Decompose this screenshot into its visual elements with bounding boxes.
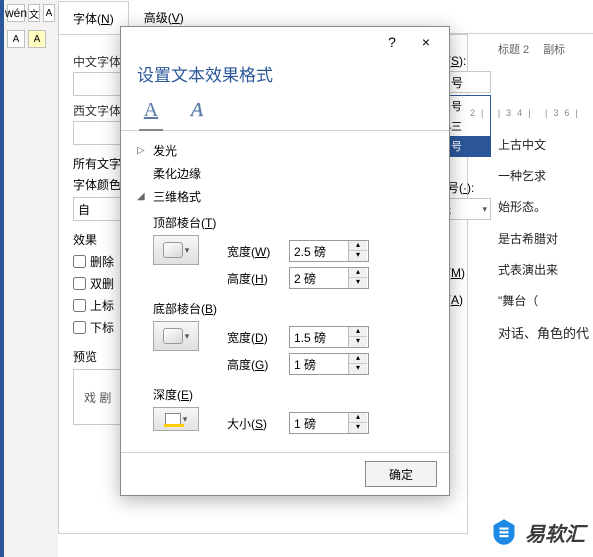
spin-down-icon[interactable]: ▾ xyxy=(349,278,367,288)
ribbon-btn-hl[interactable]: A xyxy=(28,30,46,48)
brand-icon xyxy=(489,517,519,547)
ribbon-btn-wen[interactable]: wén xyxy=(7,4,25,22)
doc-line: 始形态。 xyxy=(498,192,590,223)
ribbon-btn-a[interactable]: A xyxy=(43,4,55,22)
style-name-1: 标题 2 xyxy=(498,41,529,57)
top-bevel-label: 顶部棱台(T) xyxy=(153,214,433,231)
group-bottom-bevel: 底部棱台(B) ▾ 宽度(D) ▴▾ 高度(G) ▴▾ xyxy=(153,300,433,380)
dialog-title: 设置文本效果格式 xyxy=(121,57,449,96)
text-fill-outline-tab[interactable]: A xyxy=(137,96,165,124)
tree-soft-edges[interactable]: 柔化边缘 xyxy=(137,162,433,185)
ribbon-btn-char[interactable]: 文 xyxy=(28,4,40,22)
doc-line: 对话、角色的代 xyxy=(498,317,590,351)
spin-down-icon[interactable]: ▾ xyxy=(349,337,367,347)
style-name-2: 副标 xyxy=(543,41,565,57)
top-bevel-picker[interactable]: ▾ xyxy=(153,235,199,265)
spin-down-icon[interactable]: ▾ xyxy=(349,423,367,433)
top-width-spinner[interactable]: ▴▾ xyxy=(289,240,369,262)
spin-down-icon[interactable]: ▾ xyxy=(349,251,367,261)
bottom-bevel-picker[interactable]: ▾ xyxy=(153,321,199,351)
tree-glow[interactable]: ▷发光 xyxy=(137,139,433,162)
group-depth: 深度(E) ▾ 大小(S) ▴▾ xyxy=(153,386,433,439)
tab-font[interactable]: 字体(N) xyxy=(58,1,129,34)
depth-label: 深度(E) xyxy=(153,386,433,403)
ribbon-btn-a2[interactable]: A xyxy=(7,30,25,48)
top-height-label: 高度(H) xyxy=(227,270,283,287)
group-top-bevel: 顶部棱台(T) ▾ 宽度(W) ▴▾ 高度(H) ▴▾ xyxy=(153,214,433,294)
dialog-footer: 确定 xyxy=(121,452,449,495)
ribbon-left-edge: wén 文 A A A xyxy=(0,0,58,557)
depth-size-label: 大小(S) xyxy=(227,415,283,432)
bottom-height-label: 高度(G) xyxy=(227,356,283,373)
top-height-spinner[interactable]: ▴▾ xyxy=(289,267,369,289)
depth-color-picker[interactable]: ▾ xyxy=(153,407,199,431)
bottom-height-spinner[interactable]: ▴▾ xyxy=(289,353,369,375)
dialog-category-tabs: A A xyxy=(121,96,449,131)
bottom-height-input[interactable] xyxy=(290,354,348,374)
dialog-titlebar: ? × xyxy=(121,27,449,57)
close-button[interactable]: × xyxy=(409,30,443,54)
doc-line: "舞台（ xyxy=(498,286,590,317)
watermark-brand: 易软汇 xyxy=(489,517,585,547)
depth-size-spinner[interactable]: ▴▾ xyxy=(289,412,369,434)
doc-line: 是古希腊对 xyxy=(498,224,590,255)
bottom-width-label: 宽度(D) xyxy=(227,329,283,346)
text-effects-dialog: ? × 设置文本效果格式 A A ▷发光 柔化边缘 ◢三维格式 顶部棱台(T) … xyxy=(120,26,450,496)
top-width-label: 宽度(W) xyxy=(227,243,283,260)
tree-3d-format[interactable]: ◢三维格式 xyxy=(137,185,433,208)
doc-line: 上古中文 xyxy=(498,130,590,161)
font-color-label: 字体颜色 xyxy=(73,176,121,193)
depth-size-input[interactable] xyxy=(290,413,348,433)
text-effects-tab[interactable]: A xyxy=(183,96,211,124)
top-height-input[interactable] xyxy=(290,268,348,288)
brand-text: 易软汇 xyxy=(525,518,585,547)
doc-line: 一种乞求 xyxy=(498,161,590,192)
bottom-width-spinner[interactable]: ▴▾ xyxy=(289,326,369,348)
bottom-bevel-label: 底部棱台(B) xyxy=(153,300,433,317)
spin-down-icon[interactable]: ▾ xyxy=(349,364,367,374)
doc-line: 式表演出来 xyxy=(498,255,590,286)
bottom-width-input[interactable] xyxy=(290,327,348,347)
document-text: 上古中文 一种乞求 始形态。 是古希腊对 式表演出来 "舞台（ 对话、角色的代 xyxy=(498,100,590,351)
paint-bucket-icon xyxy=(165,413,181,425)
ok-button[interactable]: 确定 xyxy=(365,461,437,487)
help-button[interactable]: ? xyxy=(375,30,409,54)
top-width-input[interactable] xyxy=(290,241,348,261)
